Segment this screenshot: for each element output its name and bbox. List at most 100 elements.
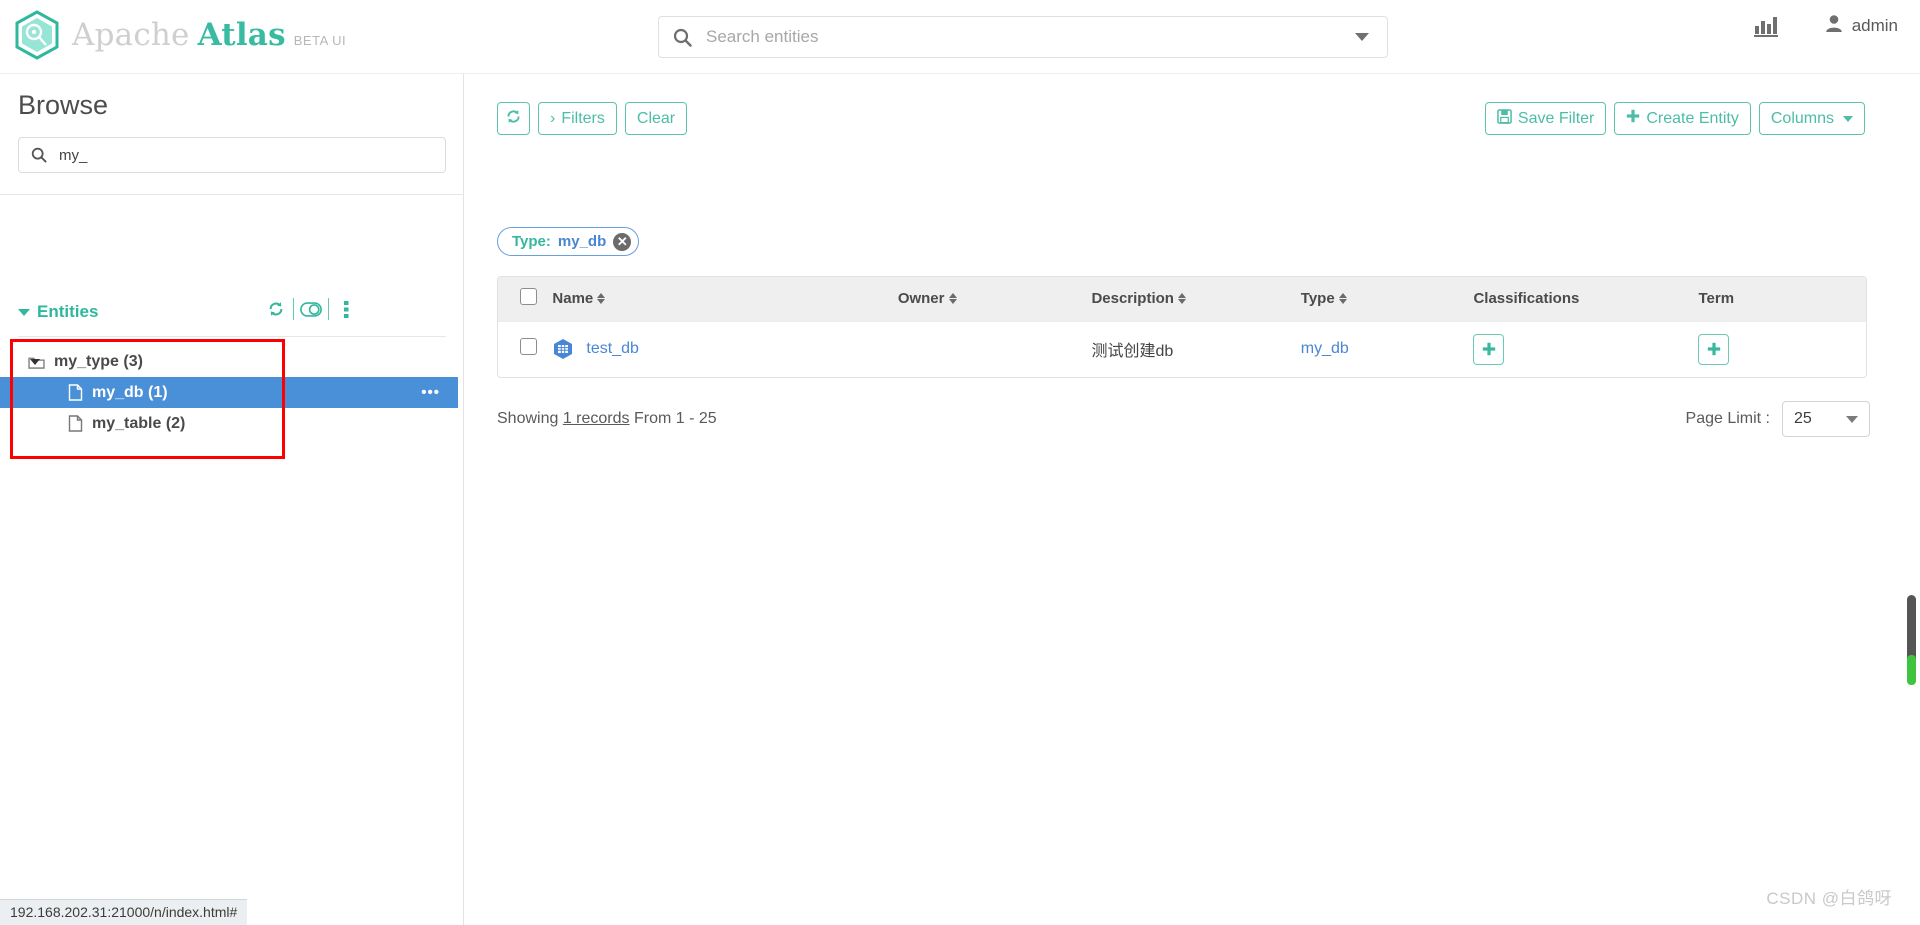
user-menu[interactable]: admin — [1825, 14, 1898, 38]
active-filters: Type: my_db ✕ — [497, 227, 640, 256]
watermark: CSDN @白鸽呀 — [1766, 889, 1892, 908]
user-icon — [1825, 14, 1843, 38]
browse-sidebar: Browse Entities — [0, 74, 464, 925]
clear-label: Clear — [636, 109, 676, 127]
sort-icon — [1338, 293, 1347, 305]
caret-down-icon — [1846, 415, 1858, 423]
status-bar-url: 192.168.202.31:21000/n/index.html# — [0, 899, 248, 925]
row-checkbox[interactable] — [520, 338, 537, 356]
table-entity-icon — [552, 338, 574, 360]
column-label: Description — [1091, 290, 1174, 308]
cell-type: my_db — [1301, 321, 1474, 377]
brand[interactable]: Apache Atlas BETA UI — [14, 10, 346, 60]
filter-chip-key: Type: — [512, 233, 551, 250]
sort-icon — [597, 293, 606, 305]
entities-divider — [18, 336, 446, 337]
row-select-cell — [498, 321, 552, 377]
column-label: Type — [1300, 290, 1335, 308]
entities-actions — [259, 296, 363, 322]
cell-owner — [898, 321, 1092, 377]
action-divider — [293, 298, 294, 320]
tree-item-my-db[interactable]: my_db (1) ••• — [0, 377, 458, 408]
global-search[interactable] — [658, 16, 1388, 58]
tree-item-label: my_db (1) — [92, 383, 168, 401]
columns-label: Columns — [1770, 109, 1834, 127]
sort-icon — [948, 293, 957, 305]
table-header-row: Name Owner Description Type Classificati… — [498, 277, 1866, 321]
search-icon — [673, 28, 692, 47]
sidebar-divider — [0, 194, 464, 195]
filter-chip-value: my_db — [557, 233, 607, 250]
column-header-description[interactable]: Description — [1091, 277, 1300, 321]
add-term-button[interactable] — [1698, 333, 1730, 365]
header-right-tools: admin — [1753, 14, 1898, 38]
add-classification-button[interactable] — [1473, 333, 1505, 365]
refresh-button[interactable] — [497, 102, 530, 135]
cell-description: 测试创建db — [1091, 343, 1174, 361]
entity-name-link[interactable]: test_db — [586, 340, 638, 358]
table-row[interactable]: test_db 测试创建db my_db — [498, 321, 1866, 377]
sidebar-search[interactable] — [18, 137, 446, 173]
sidebar-search-input[interactable] — [57, 145, 445, 165]
app-header: Apache Atlas BETA UI Search entities adm… — [0, 0, 1920, 74]
cell-classifications — [1473, 321, 1698, 377]
bar-chart-icon[interactable] — [1753, 14, 1779, 38]
chevron-down-icon — [18, 308, 30, 316]
entity-type-link[interactable]: my_db — [1301, 340, 1349, 357]
filters-label: Filters — [561, 109, 605, 127]
main-content: › Filters Clear Save Filter Create Entit… — [465, 74, 1920, 925]
file-icon — [68, 384, 83, 401]
showing-suffix: From 1 - 25 — [629, 410, 717, 427]
create-entity-label: Create Entity — [1646, 109, 1739, 127]
search-icon — [31, 147, 47, 163]
search-input[interactable] — [704, 26, 1355, 48]
filter-chip-type[interactable]: Type: my_db ✕ — [497, 227, 640, 256]
column-header-name[interactable]: Name — [552, 277, 897, 321]
select-all-header — [498, 277, 552, 321]
results-toolbar-right: Save Filter Create Entity Columns — [1484, 102, 1865, 135]
brand-apache-text: Apache — [72, 17, 190, 53]
more-vertical-icon[interactable] — [329, 296, 363, 322]
entities-section-header[interactable]: Entities — [18, 302, 98, 322]
page-limit-select[interactable]: 25 — [1782, 401, 1870, 437]
tree-item-label: my_type (3) — [54, 352, 143, 370]
sort-icon — [1177, 293, 1186, 305]
column-label: Name — [552, 290, 594, 308]
page-limit-control: Page Limit : 25 — [1686, 401, 1870, 437]
select-all-checkbox[interactable] — [520, 288, 537, 306]
entities-tree: my_type (3) my_db (1) ••• my_table (2) — [0, 346, 464, 439]
refresh-icon[interactable] — [259, 296, 293, 322]
caret-down-icon — [1843, 115, 1853, 122]
clear-button[interactable]: Clear — [624, 102, 688, 135]
save-filter-button[interactable]: Save Filter — [1484, 102, 1607, 135]
entities-results-table: Name Owner Description Type Classificati… — [497, 276, 1867, 378]
results-toolbar-left: › Filters Clear — [497, 102, 688, 135]
column-header-owner[interactable]: Owner — [898, 277, 1092, 321]
tree-item-my-type[interactable]: my_type (3) — [0, 346, 464, 377]
column-label: Classifications — [1473, 290, 1580, 308]
chevron-down-icon[interactable] — [1355, 33, 1369, 41]
ellipsis-icon[interactable]: ••• — [421, 384, 440, 401]
page-title: Browse — [18, 90, 109, 120]
close-circle-icon[interactable]: ✕ — [613, 232, 632, 251]
scrollbar-indicator — [1907, 655, 1916, 685]
toggle-icon[interactable] — [294, 296, 328, 322]
tree-item-label: my_table (2) — [92, 414, 186, 432]
action-divider — [328, 298, 329, 320]
chevron-right-icon: › — [550, 109, 556, 127]
save-filter-label: Save Filter — [1517, 109, 1595, 127]
cell-name: test_db — [552, 321, 897, 377]
tree-item-my-table[interactable]: my_table (2) — [0, 408, 464, 439]
showing-records-text: Showing 1 records From 1 - 25 — [497, 410, 717, 428]
column-header-type[interactable]: Type — [1301, 277, 1474, 321]
brand-beta-label: BETA UI — [293, 33, 347, 48]
records-count[interactable]: 1 records — [563, 410, 630, 427]
file-icon — [68, 415, 83, 432]
page-limit-value: 25 — [1794, 410, 1812, 427]
create-entity-button[interactable]: Create Entity — [1614, 102, 1751, 135]
filters-button[interactable]: › Filters — [538, 102, 617, 135]
caret-down-icon[interactable] — [30, 358, 40, 365]
columns-button[interactable]: Columns — [1758, 102, 1865, 135]
column-label: Owner — [897, 290, 945, 308]
showing-prefix: Showing — [497, 410, 563, 427]
